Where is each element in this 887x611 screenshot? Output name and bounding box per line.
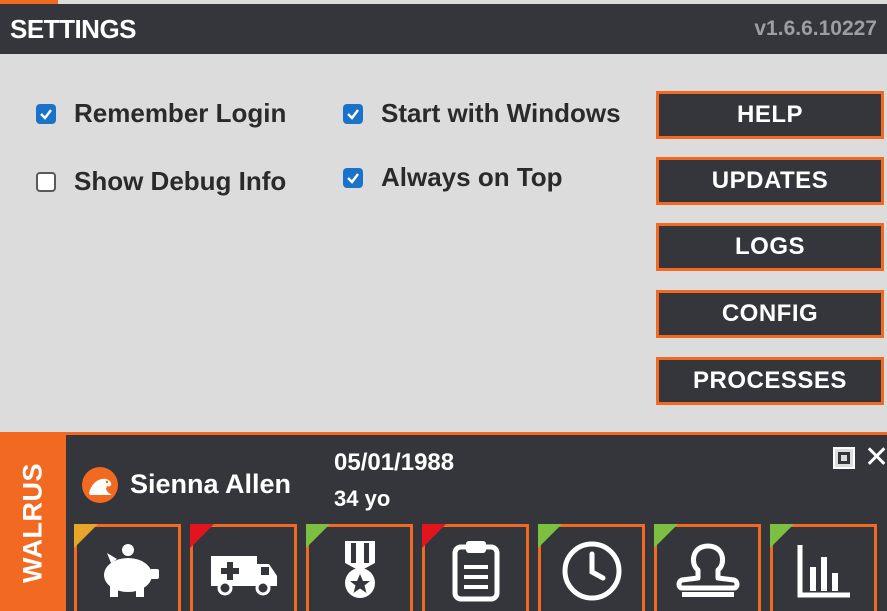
status-flag-red	[190, 524, 214, 548]
clipboard-icon	[452, 540, 499, 602]
logs-button[interactable]: LOGS	[656, 223, 884, 271]
settings-header: SETTINGS v1.6.6.10227	[0, 4, 887, 54]
check-icon	[40, 108, 52, 120]
tile-records[interactable]	[422, 524, 529, 611]
settings-panel: Remember Login Show Debug Info Start wit…	[0, 54, 887, 432]
always-on-top-label: Always on Top	[381, 162, 563, 192]
status-flag-green	[770, 524, 794, 548]
tile-approval[interactable]	[654, 524, 761, 611]
always-on-top-option[interactable]: Always on Top	[343, 162, 563, 193]
tile-finance[interactable]	[74, 524, 181, 611]
config-button[interactable]: CONFIG	[656, 290, 884, 338]
show-debug-info-label: Show Debug Info	[74, 166, 287, 196]
piggy-bank-icon	[103, 543, 159, 597]
patient-age: 34 yo	[334, 486, 391, 511]
page-title: SETTINGS	[10, 14, 137, 44]
close-icon[interactable]: ✕	[864, 443, 887, 473]
processes-button[interactable]: PROCESSES	[656, 357, 884, 405]
check-icon	[347, 172, 359, 184]
walrus-avatar-icon	[82, 467, 118, 503]
status-flag-green	[538, 524, 562, 548]
restore-icon[interactable]	[833, 447, 855, 469]
remember-login-checkbox[interactable]	[36, 103, 56, 124]
patient-bar: WALRUS Sienna Allen 05/01/1988 34 yo ✕	[0, 432, 887, 611]
tile-emergency[interactable]	[190, 524, 297, 611]
remember-login-option[interactable]: Remember Login	[36, 98, 286, 129]
tile-reports[interactable]	[770, 524, 877, 611]
clock-icon	[562, 541, 621, 601]
show-debug-info-option[interactable]: Show Debug Info	[36, 166, 286, 197]
help-button[interactable]: HELP	[656, 91, 884, 139]
brand-strip: WALRUS	[0, 435, 66, 611]
patient-dob: 05/01/1988	[334, 449, 455, 476]
medal-icon	[344, 540, 375, 598]
tile-history[interactable]	[538, 524, 645, 611]
bar-chart-icon	[797, 544, 850, 598]
status-flag-red	[422, 524, 446, 548]
patient-name: Sienna Allen	[130, 469, 292, 499]
start-with-windows-option[interactable]: Start with Windows	[343, 98, 621, 129]
status-flag-green	[306, 524, 330, 548]
start-with-windows-label: Start with Windows	[381, 98, 621, 128]
tile-awards[interactable]	[306, 524, 413, 611]
version-label: v1.6.6.10227	[754, 17, 877, 40]
check-icon	[347, 108, 359, 120]
updates-button[interactable]: UPDATES	[656, 157, 884, 205]
ambulance-icon	[210, 555, 277, 596]
always-on-top-checkbox[interactable]	[343, 167, 363, 188]
brand-logo-text: WALRUS	[17, 463, 48, 583]
show-debug-info-checkbox[interactable]	[36, 171, 56, 192]
remember-login-label: Remember Login	[74, 98, 287, 128]
stamp-icon	[676, 543, 739, 597]
start-with-windows-checkbox[interactable]	[343, 103, 363, 124]
